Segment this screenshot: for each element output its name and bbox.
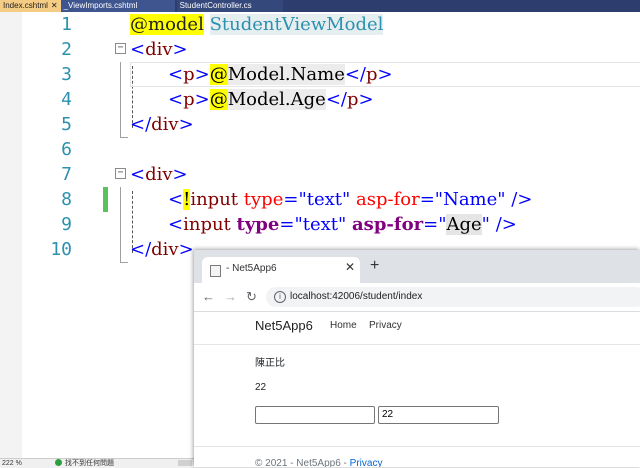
address-bar[interactable]: i localhost:42006/student/index — [266, 287, 640, 307]
reload-icon[interactable]: ↻ — [246, 289, 257, 305]
code-line-2: 2 − <div> — [0, 37, 640, 62]
browser-tab-title: - Net5App6 — [226, 263, 277, 274]
student-age-text: 22 — [255, 382, 267, 393]
tab-label: _ViewImports.cshtml — [63, 1, 138, 10]
footer-privacy-link[interactable]: Privacy — [350, 458, 383, 467]
document-tab-bar: Index.cshtml ✕ _ViewImports.cshtml Studen… — [0, 0, 640, 12]
browser-tab-strip: - Net5App6 ✕ + — [194, 250, 640, 283]
site-info-icon[interactable]: i — [274, 291, 286, 303]
code-text[interactable]: <div> — [130, 37, 188, 62]
code-line-4: 4 <p>@Model.Age</p> — [0, 87, 640, 112]
line-number: 3 — [61, 64, 72, 85]
tab-label: StudentController.cs — [179, 1, 252, 10]
code-line-9: 9 <input type="text" asp-for="Age" /> — [0, 212, 640, 237]
razor-directive: @model — [130, 14, 204, 35]
line-number: 9 — [61, 214, 72, 235]
site-navbar: Net5App6 Home Privacy — [194, 312, 640, 345]
footer-divider — [194, 446, 640, 447]
line-number: 2 — [61, 39, 72, 60]
nav-link-privacy[interactable]: Privacy — [369, 320, 402, 331]
browser-window: - Net5App6 ✕ + ← → ↻ i localhost:42006/s… — [194, 250, 640, 467]
line-number: 8 — [61, 189, 72, 210]
code-line-7: 7 − <div> — [0, 162, 640, 187]
code-text[interactable]: </div> — [130, 112, 194, 137]
page-favicon-icon — [210, 265, 221, 277]
forward-arrow-icon[interactable]: → — [224, 289, 237, 304]
code-text[interactable]: @model StudentViewModel — [130, 12, 384, 37]
browser-toolbar: ← → ↻ i localhost:42006/student/index — [194, 283, 640, 312]
close-icon[interactable]: ✕ — [51, 1, 58, 10]
code-line-6: 6 — [0, 137, 640, 162]
tab-viewimports[interactable]: _ViewImports.cshtml — [60, 0, 175, 12]
code-text[interactable]: <!input type="text" asp-for="Name" /> — [168, 187, 532, 212]
site-brand-link[interactable]: Net5App6 — [255, 318, 313, 333]
new-tab-button[interactable]: + — [370, 257, 379, 275]
line-number: 4 — [61, 89, 72, 110]
code-line-5: 5 </div> — [0, 112, 640, 137]
tab-index-cshtml[interactable]: Index.cshtml ✕ — [0, 0, 61, 12]
tab-label: Index.cshtml — [3, 1, 48, 10]
url-text: localhost:42006/student/index — [290, 291, 423, 302]
name-input[interactable] — [255, 406, 375, 424]
check-circle-icon — [55, 459, 62, 466]
close-tab-icon[interactable]: ✕ — [345, 260, 355, 274]
code-text[interactable]: <div> — [130, 162, 188, 187]
horizontal-scrollbar[interactable] — [178, 460, 192, 466]
code-line-8: 8 <!input type="text" asp-for="Name" /> — [0, 187, 640, 212]
code-line-3: 3 <p>@Model.Name</p> — [0, 62, 640, 87]
line-number: 6 — [61, 139, 72, 160]
browser-tab[interactable]: - Net5App6 ✕ — [202, 257, 360, 283]
code-text[interactable]: <input type="text" asp-for="Age" /> — [168, 212, 517, 237]
code-text[interactable]: <p>@Model.Name</p> — [168, 62, 393, 87]
code-line-1: 1 @model StudentViewModel — [0, 12, 640, 37]
tab-studentcontroller[interactable]: StudentController.cs — [176, 0, 283, 12]
line-number: 7 — [61, 164, 72, 185]
collapse-icon[interactable]: − — [115, 168, 126, 179]
back-arrow-icon[interactable]: ← — [202, 289, 215, 304]
model-type: StudentViewModel — [209, 14, 384, 35]
line-number: 10 — [50, 239, 72, 260]
student-name-text: 陳正比 — [255, 358, 285, 369]
line-number: 1 — [61, 14, 72, 35]
collapse-icon[interactable]: − — [115, 43, 126, 54]
line-number: 5 — [61, 114, 72, 135]
age-input[interactable] — [378, 406, 499, 424]
site-footer: © 2021 - Net5App6 - Privacy — [255, 458, 382, 467]
code-text[interactable]: </div> — [130, 237, 194, 262]
fold-guide-end — [120, 262, 128, 263]
code-text[interactable]: <p>@Model.Age</p> — [168, 87, 374, 112]
change-indicator — [103, 187, 108, 212]
nav-link-home[interactable]: Home — [330, 320, 357, 331]
footer-copyright: © 2021 - Net5App6 - — [255, 458, 350, 467]
issues-text: 找不到任何問題 — [65, 460, 114, 467]
